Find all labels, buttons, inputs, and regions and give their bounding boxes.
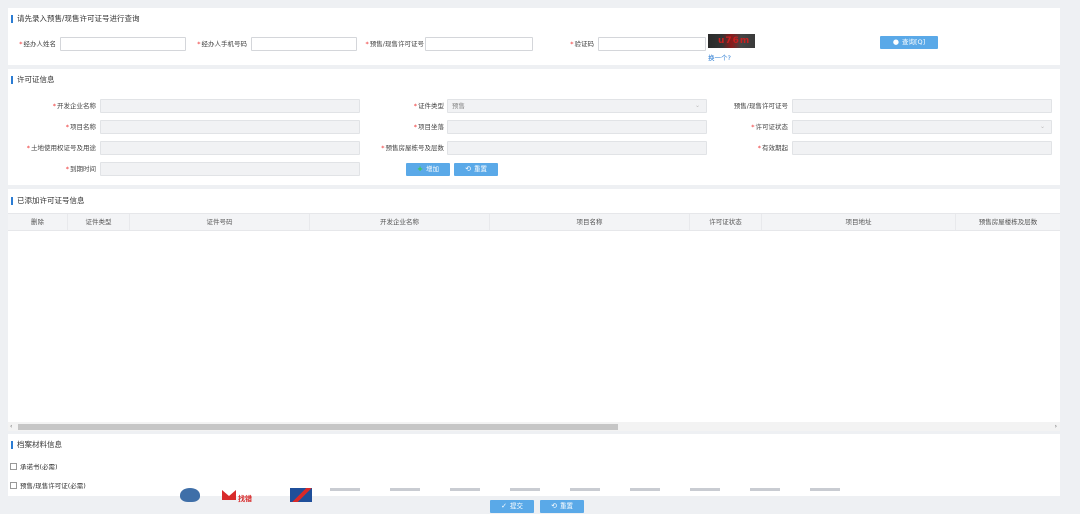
footer-faded-text [330,488,850,491]
col-license-status: 许可证状态 [690,214,762,230]
archive-section-title: 档案材料信息 [11,440,62,450]
footer: 找错 ✓ 提交 ⟲ 重置 [170,488,870,514]
chevron-down-icon: ⌄ [694,102,700,109]
presale-no-input[interactable] [792,99,1052,113]
commitment-label: 承诺书(必需) [20,463,58,471]
expiry-label: *到期时间 [65,165,96,173]
expiry-input[interactable] [100,162,360,176]
col-project-address: 项目地址 [762,214,956,230]
col-cert-type: 证件类型 [68,214,130,230]
captcha-label: *验证码 [570,40,594,48]
horizontal-scrollbar[interactable]: ‹ › [8,422,1060,431]
project-location-input[interactable] [447,120,707,134]
footer-reset-button[interactable]: ⟲ 重置 [540,500,584,513]
query-panel: 请先录入预售/现售许可证号进行查询 *经办人姓名 *经办人手机号码 *预售/现售… [8,8,1060,65]
valid-from-input[interactable] [792,141,1052,155]
license-section-title: 许可证信息 [11,75,55,85]
check-icon: ✓ [501,502,507,510]
search-button[interactable]: ● 查询[Q] [880,36,938,49]
license-status-label: *许可证状态 [751,123,788,131]
emblem-icon [180,488,200,502]
refresh-icon: ⟲ [551,502,557,510]
captcha-image[interactable]: u76m [708,34,755,48]
project-name-label: *项目名称 [65,123,96,131]
reset-button[interactable]: ⟲ 重置 [454,163,498,176]
add-button[interactable]: + 增加 [406,163,450,176]
refresh-icon: ⟲ [465,165,471,173]
logo-text: 找错 [238,495,252,503]
phone-input[interactable] [251,37,357,51]
scroll-thumb[interactable] [18,424,618,430]
land-use-label: *土地使用权证号及用途 [26,144,96,152]
cert-type-label: *证件类型 [413,102,444,110]
chevron-down-icon: ⌄ [1039,123,1045,130]
license-status-select[interactable]: ⌄ [792,120,1052,134]
name-input[interactable] [60,37,186,51]
scroll-right-icon[interactable]: › [1055,422,1057,431]
scroll-left-icon[interactable]: ‹ [10,422,12,431]
flag-icon [290,488,312,502]
license-label: *预售/现售许可证号 [365,40,424,48]
license-doc-checkbox[interactable] [10,482,17,489]
name-label: *经办人姓名 [19,40,56,48]
land-use-input[interactable] [100,141,360,155]
developer-input[interactable] [100,99,360,113]
col-building-floors: 预售房屋楼栋及层数 [978,218,1038,226]
license-doc-label: 预售/现售许可证(必需) [20,482,86,490]
query-section-title: 请先录入预售/现售许可证号进行查询 [11,14,140,24]
cert-type-select[interactable]: 预售 ⌄ [447,99,707,113]
building-floors-input[interactable] [447,141,707,155]
added-section-title: 已添加许可证号信息 [11,196,85,206]
plus-icon: + [417,165,423,173]
license-input[interactable] [425,37,533,51]
presale-no-label: 预售/现售许可证号 [733,102,788,110]
valid-from-label: *有效期起 [757,144,788,152]
refresh-captcha-link[interactable]: 换一个? [708,52,731,62]
col-project-name: 项目名称 [490,214,690,230]
project-location-label: *项目坐落 [413,123,444,131]
logo-icon [222,490,236,500]
submit-button[interactable]: ✓ 提交 [490,500,534,513]
search-icon: ● [892,38,899,46]
captcha-input[interactable] [598,37,706,51]
building-floors-label: *预售房屋栋号及层数 [381,144,444,152]
col-cert-no: 证件号码 [130,214,310,230]
archive-panel: 档案材料信息 承诺书(必需) 预售/现售许可证(必需) [8,434,1060,496]
phone-label: *经办人手机号码 [197,40,247,48]
license-info-panel: 许可证信息 *开发企业名称 *证件类型 预售 ⌄ 预售/现售许可证号 *项目名称… [8,69,1060,185]
col-delete: 删除 [8,214,68,230]
developer-label: *开发企业名称 [52,102,96,110]
table-header: 删除 证件类型 证件号码 开发企业名称 项目名称 许可证状态 项目地址 预售房屋… [8,213,1060,231]
col-developer: 开发企业名称 [310,214,490,230]
project-name-input[interactable] [100,120,360,134]
page: { "query": { "title": "请先录入预售/现售许可证号进行查询… [0,0,1080,514]
commitment-checkbox[interactable] [10,463,17,470]
added-list-panel: 已添加许可证号信息 删除 证件类型 证件号码 开发企业名称 项目名称 许可证状态… [8,189,1060,431]
